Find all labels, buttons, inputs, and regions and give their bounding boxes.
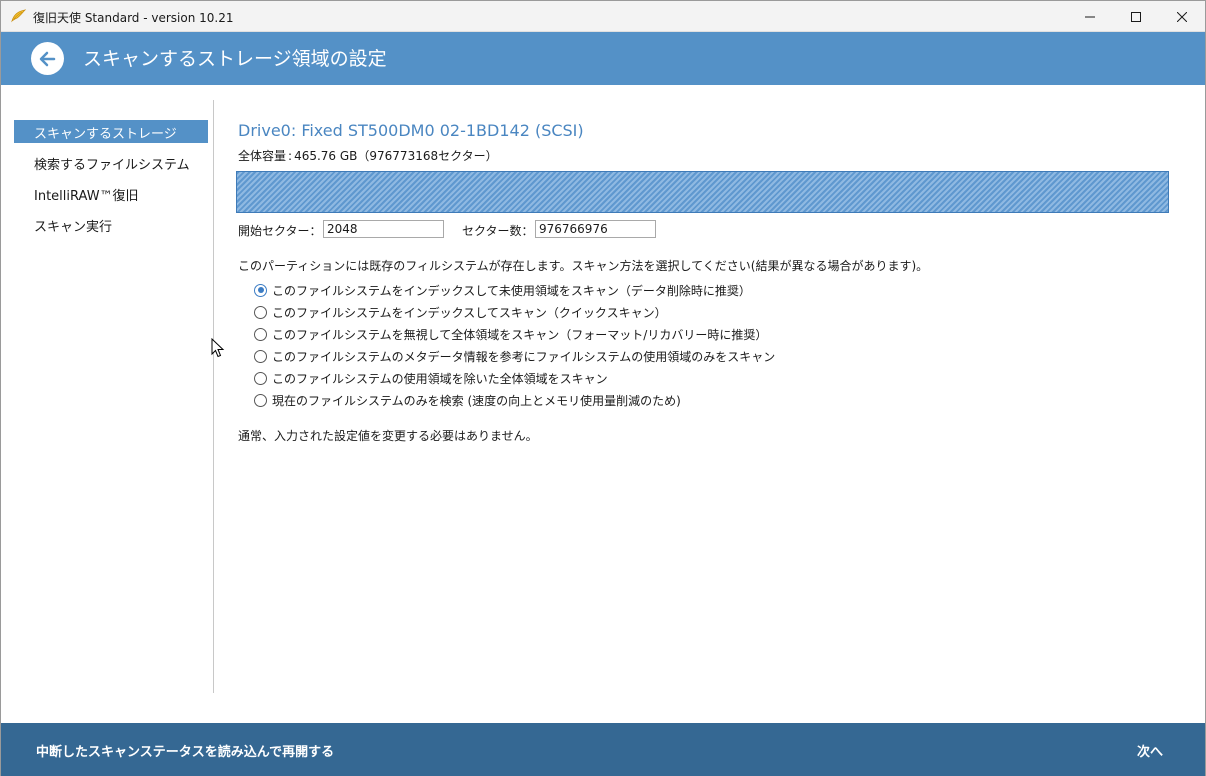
maximize-button[interactable]: [1113, 1, 1159, 32]
radio-button[interactable]: [254, 393, 267, 407]
sector-count-label: セクター数：: [462, 224, 534, 238]
radio-button[interactable]: [254, 327, 267, 341]
close-button[interactable]: [1159, 1, 1205, 32]
scan-option-label: このファイルシステムのメタデータ情報を参考にファイルシステムの使用領域のみをスキ…: [272, 349, 776, 364]
sidebar-divider: [213, 100, 214, 693]
settings-note: 通常、入力された設定値を変更する必要はありません。: [238, 429, 538, 443]
capacity-value: 465.76 GB（976773168セクター）: [294, 149, 498, 163]
window-title: 復旧天使 Standard - version 10.21: [33, 11, 234, 25]
maximize-icon: [1131, 11, 1141, 22]
scan-method-description: このパーティションには既存のフィルシステムが存在します。スキャン方法を選択してく…: [238, 259, 929, 273]
capacity-label: 全体容量: [238, 149, 287, 163]
next-button[interactable]: 次へ: [1137, 741, 1163, 760]
app-window: 復旧天使 Standard - version 10.21 スキャンするストレー…: [0, 0, 1206, 776]
scan-option-4[interactable]: このファイルシステムのメタデータ情報を参考にファイルシステムの使用領域のみをスキ…: [254, 347, 775, 365]
drive-title: Drive0: Fixed ST500DM0 02-1BD142 (SCSI): [238, 121, 584, 140]
page-header: スキャンするストレージ領域の設定: [1, 32, 1205, 85]
sidebar-item-intelliraw[interactable]: IntelliRAW™復旧: [14, 182, 208, 205]
radio-button[interactable]: [254, 371, 267, 385]
page-title: スキャンするストレージ領域の設定: [83, 48, 387, 70]
resume-scan-button[interactable]: 中断したスキャンステータスを読み込んで再開する: [36, 741, 334, 760]
storage-region-bar[interactable]: [236, 171, 1169, 213]
scan-option-label: このファイルシステムの使用領域を除いた全体領域をスキャン: [272, 371, 608, 386]
mouse-cursor-icon: [211, 338, 225, 358]
sidebar-item-label: スキャン実行: [34, 220, 113, 235]
scan-option-2[interactable]: このファイルシステムをインデックスしてスキャン（クイックスキャン）: [254, 303, 667, 321]
footer-bar: 中断したスキャンステータスを読み込んで再開する 次へ: [1, 723, 1205, 776]
title-bar: 復旧天使 Standard - version 10.21: [1, 1, 1205, 32]
angel-wing-icon: [11, 9, 26, 23]
scan-option-label: このファイルシステムをインデックスして未使用領域をスキャン（データ削除時に推奨）: [272, 283, 751, 298]
scan-option-5[interactable]: このファイルシステムの使用領域を除いた全体領域をスキャン: [254, 369, 608, 387]
back-button[interactable]: [31, 42, 64, 75]
scan-option-3[interactable]: このファイルシステムを無視して全体領域をスキャン（フォーマット/リカバリー時に推…: [254, 325, 767, 343]
start-sector-input[interactable]: [323, 220, 444, 238]
start-sector-label: 開始セクター：: [238, 224, 322, 238]
close-icon: [1177, 11, 1187, 22]
scan-option-label: 現在のファイルシステムのみを検索 (速度の向上とメモリ使用量削減のため): [272, 393, 681, 408]
sidebar-item-run-scan[interactable]: スキャン実行: [14, 213, 208, 236]
scan-option-label: このファイルシステムをインデックスしてスキャン（クイックスキャン）: [272, 305, 667, 320]
minimize-button[interactable]: [1067, 1, 1113, 32]
scan-option-1[interactable]: このファイルシステムをインデックスして未使用領域をスキャン（データ削除時に推奨）: [254, 281, 751, 299]
scan-option-label: このファイルシステムを無視して全体領域をスキャン（フォーマット/リカバリー時に推…: [272, 327, 768, 342]
sector-count-input[interactable]: [535, 220, 656, 238]
drive-capacity: 全体容量:465.76 GB（976773168セクター）: [238, 149, 498, 163]
radio-button[interactable]: [254, 349, 267, 363]
sidebar-item-file-system[interactable]: 検索するファイルシステム: [14, 151, 208, 174]
sidebar-item-label: IntelliRAW™復旧: [34, 189, 139, 204]
sidebar: スキャンするストレージ 検索するファイルシステム IntelliRAW™復旧 ス…: [1, 85, 213, 693]
minimize-icon: [1085, 16, 1095, 17]
sidebar-item-scan-storage[interactable]: スキャンするストレージ: [14, 120, 208, 143]
arrow-left-icon: [39, 51, 55, 66]
radio-button[interactable]: [254, 283, 267, 297]
sidebar-item-label: 検索するファイルシステム: [34, 158, 190, 173]
sidebar-item-label: スキャンするストレージ: [34, 127, 177, 142]
scan-option-6[interactable]: 現在のファイルシステムのみを検索 (速度の向上とメモリ使用量削減のため): [254, 391, 681, 409]
radio-button[interactable]: [254, 305, 267, 319]
